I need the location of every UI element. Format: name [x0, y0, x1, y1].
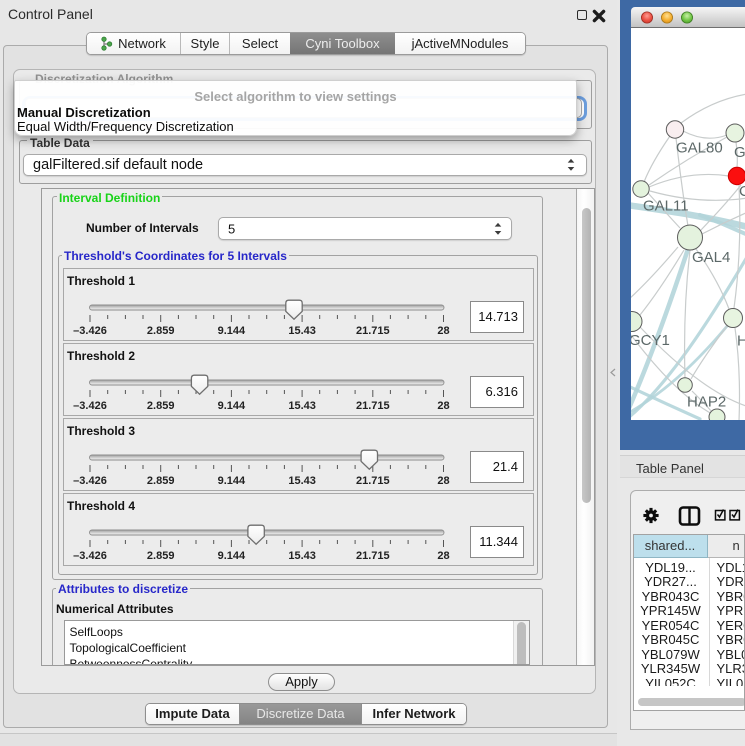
svg-text:HAP2: HAP2 — [687, 394, 726, 411]
svg-text:H: H — [737, 333, 745, 350]
svg-text:GAL11: GAL11 — [643, 198, 689, 215]
svg-text:GCY1: GCY1 — [631, 332, 670, 349]
svg-text:GAL80: GAL80 — [676, 140, 723, 157]
svg-text:GA: GA — [734, 144, 745, 161]
svg-text:C: C — [739, 183, 745, 200]
svg-text:GAL4: GAL4 — [692, 249, 730, 266]
